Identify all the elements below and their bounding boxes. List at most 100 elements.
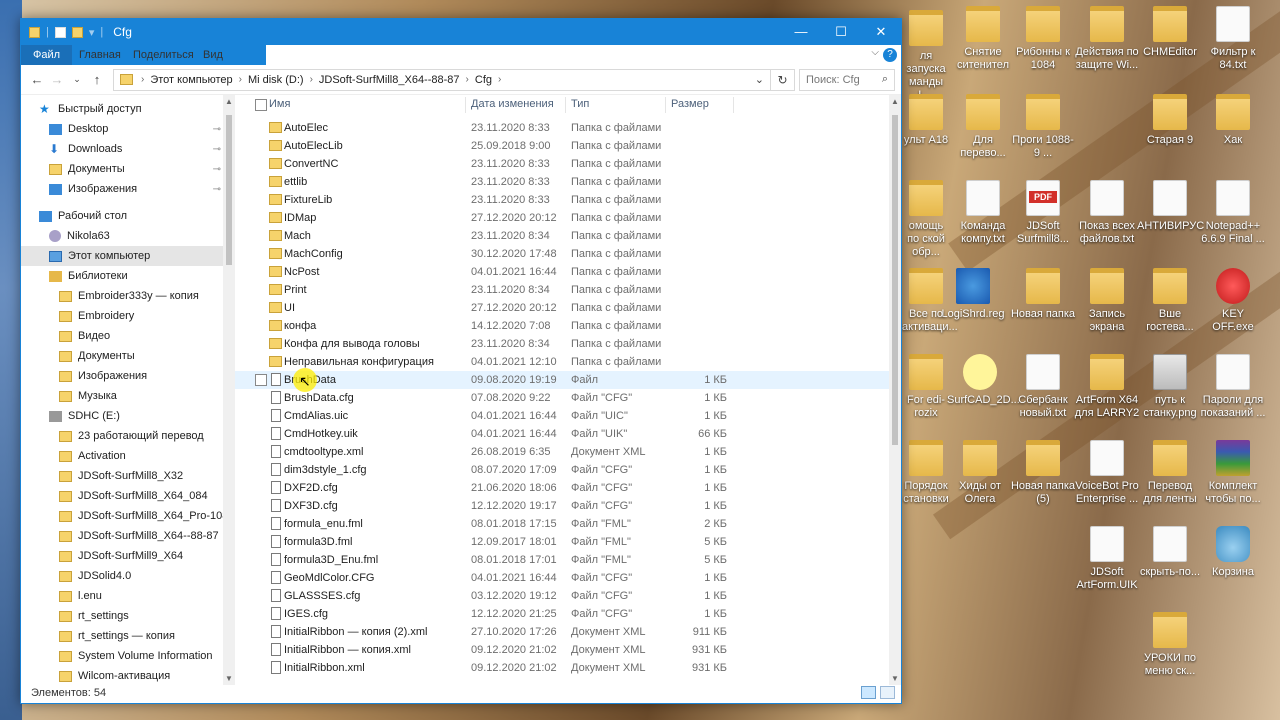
file-row[interactable]: cmdtooltype.xml 26.08.2019 6:35 Документ X… <box>235 443 889 461</box>
nav-item[interactable]: l.enu <box>21 586 223 606</box>
scroll-up-icon[interactable]: ▲ <box>889 97 901 106</box>
pin-icon[interactable]: ⊸ <box>213 144 221 155</box>
desktop-icon-item[interactable]: Хиды от Олега <box>947 440 1013 506</box>
nav-item[interactable]: SDHC (E:) <box>21 406 223 426</box>
desktop-icon-item[interactable]: For edi-rozix <box>902 354 950 420</box>
nav-item[interactable]: ★ Быстрый доступ <box>21 99 223 119</box>
breadcrumb-computer[interactable]: Этот компьютер <box>144 74 238 86</box>
file-row[interactable]: IGES.cfg 12.12.2020 21:25 Файл "CFG" 1 КБ <box>235 605 889 623</box>
file-row[interactable]: DXF2D.cfg 21.06.2020 18:06 Файл "CFG" 1 КБ <box>235 479 889 497</box>
file-row[interactable]: ettlib 23.11.2020 8:33 Папка с файлами <box>235 173 889 191</box>
desktop-icon-item[interactable]: Все по активаци... <box>902 268 958 334</box>
help-icon[interactable]: ? <box>883 48 897 62</box>
up-button[interactable]: ↑ <box>87 72 107 87</box>
desktop-icon-item[interactable]: KEY OFF.exe <box>1200 268 1266 334</box>
file-row[interactable]: ConvertNC 23.11.2020 8:33 Папка с файлами <box>235 155 889 173</box>
close-button[interactable]: ✕ <box>861 19 901 45</box>
nav-item[interactable]: Desktop ⊸ <box>21 119 223 139</box>
file-row[interactable]: GLASSSES.cfg 03.12.2020 19:12 Файл "CFG" 1 … <box>235 587 889 605</box>
desktop-icon-item[interactable]: скрыть-по... <box>1137 526 1203 579</box>
desktop-icon-item[interactable]: Корзина <box>1200 526 1266 579</box>
tab-file[interactable]: Файл <box>21 45 73 65</box>
nav-scrollbar[interactable]: ▲ ▼ <box>223 95 235 685</box>
desktop-icon-item[interactable]: Пароли для показаний ... <box>1200 354 1266 420</box>
desktop-icon-item[interactable]: Команда компу.txt <box>950 180 1016 246</box>
desktop-icon-item[interactable]: Запись экрана <box>1074 268 1140 334</box>
desktop-icon-item[interactable]: Notepad++ 6.6.9 Final ... <box>1200 180 1266 246</box>
file-row[interactable]: formula3D_Enu.fml 08.01.2018 17:01 Файл "F… <box>235 551 889 569</box>
scroll-thumb[interactable] <box>226 115 232 265</box>
nav-item[interactable]: rt_settings <box>21 606 223 626</box>
desktop-icon-item[interactable]: Снятие ситенител <box>950 6 1016 72</box>
file-row[interactable]: formula_enu.fml 08.01.2018 17:15 Файл "FML… <box>235 515 889 533</box>
desktop-icon-item[interactable]: Действия по защите Wi... <box>1074 6 1140 72</box>
nav-item[interactable]: 23 работающий перевод <box>21 426 223 446</box>
desktop-icon-item[interactable]: УРОКИ по меню ск... <box>1137 612 1203 678</box>
nav-item[interactable]: System Volume Information <box>21 646 223 666</box>
file-row[interactable]: formula3D.fml 12.09.2017 18:01 Файл "FML" 5… <box>235 533 889 551</box>
address-dropdown-icon[interactable]: ⌄ <box>755 73 764 86</box>
nav-item[interactable]: Изображения <box>21 366 223 386</box>
file-row[interactable]: MachConfig 30.12.2020 17:48 Папка с файлам… <box>235 245 889 263</box>
nav-item[interactable]: Embroider333y — копия <box>21 286 223 306</box>
desktop-icon-item[interactable]: Проги 1088-9 ... <box>1010 94 1076 160</box>
minimize-button[interactable]: — <box>781 19 821 45</box>
file-row[interactable]: конфа 14.12.2020 7:08 Папка с файлами <box>235 317 889 335</box>
nav-item[interactable]: Embroidery <box>21 306 223 326</box>
pin-icon[interactable]: ⊸ <box>213 164 221 175</box>
desktop-icon-item[interactable]: Старая 9 <box>1137 94 1203 147</box>
scroll-up-icon[interactable]: ▲ <box>223 97 235 106</box>
file-row[interactable]: BrushData.cfg 07.08.2020 9:22 Файл "CFG" 1 … <box>235 389 889 407</box>
scroll-thumb[interactable] <box>892 115 898 445</box>
nav-item[interactable]: JDSoft-SurfMill8_X64_Pro-1087 <box>21 506 235 526</box>
scroll-down-icon[interactable]: ▼ <box>223 674 235 683</box>
breadcrumb-drive[interactable]: Mi disk (D:) <box>242 74 310 86</box>
pin-icon[interactable]: ⊸ <box>213 124 221 135</box>
nav-item[interactable]: JDSoft-SurfMill8_X64--88-87 <box>21 526 223 546</box>
properties-icon[interactable] <box>54 26 66 38</box>
nav-item[interactable]: Activation <box>21 446 223 466</box>
forward-button[interactable]: → <box>47 72 67 87</box>
column-name[interactable]: Имя <box>269 98 290 110</box>
collapse-ribbon-icon[interactable]: ⌵ <box>871 47 879 58</box>
nav-item[interactable]: Видео <box>21 326 223 346</box>
desktop-icon-item[interactable]: CHMEditor <box>1137 6 1203 59</box>
nav-item[interactable]: Музыка <box>21 386 223 406</box>
tab-view[interactable]: Вид <box>191 45 235 65</box>
desktop-icon-item[interactable]: Фильтр к 84.txt <box>1200 6 1266 72</box>
file-row[interactable]: Конфа для вывода головы 23.11.2020 8:34 Па… <box>235 335 889 353</box>
file-row[interactable]: CmdAlias.uic 04.01.2021 16:44 Файл "UIC" 1 … <box>235 407 889 425</box>
back-button[interactable]: ← <box>27 72 47 87</box>
file-row[interactable]: InitialRibbon — копия (2).xml 27.10.2020 … <box>235 623 889 641</box>
desktop-icon-item[interactable]: Новая папка (5) <box>1010 440 1076 506</box>
select-all-checkbox[interactable] <box>255 99 267 111</box>
file-row[interactable]: IDMap 27.12.2020 20:12 Папка с файлами <box>235 209 889 227</box>
desktop-icon-item[interactable]: Для перево... <box>950 94 1016 160</box>
file-row[interactable]: NcPost 04.01.2021 16:44 Папка с файлами <box>235 263 889 281</box>
file-row[interactable]: InitialRibbon.xml 09.12.2020 21:02 Докумен… <box>235 659 889 677</box>
nav-item[interactable]: Nikola63 <box>21 226 223 246</box>
desktop-icon-item[interactable]: SurfCAD_2D... <box>947 354 1020 407</box>
file-row[interactable]: InitialRibbon — копия.xml 09.12.2020 21:0… <box>235 641 889 659</box>
file-list-scrollbar[interactable]: ▲ ▼ <box>889 95 901 685</box>
new-folder-icon[interactable] <box>71 26 83 38</box>
file-row[interactable]: Print 23.11.2020 8:34 Папка с файлами <box>235 281 889 299</box>
desktop-icon-item[interactable]: Перевод для ленты <box>1137 440 1203 506</box>
customize-chevron-icon[interactable]: ▾ <box>89 26 95 39</box>
column-date[interactable]: Дата изменения <box>471 98 554 110</box>
desktop-icon-item[interactable]: АНТИВИРУС <box>1137 180 1204 233</box>
desktop-icon-item[interactable]: Рибонны к 1084 <box>1010 6 1076 72</box>
nav-item[interactable]: ⬇ Downloads ⊸ <box>21 139 223 159</box>
file-row[interactable]: BrushData09.08.2020 19:19Файл1 КБ↖ <box>235 368 889 392</box>
file-row[interactable]: AutoElec 23.11.2020 8:33 Папка с файлами <box>235 119 889 137</box>
file-row[interactable]: Неправильная конфигурация 04.01.2021 12:1… <box>235 353 889 371</box>
address-bar[interactable]: › Этот компьютер › Mi disk (D:) › JDSoft… <box>113 68 771 91</box>
nav-item[interactable]: Документы <box>21 346 223 366</box>
file-row[interactable]: Mach 23.11.2020 8:34 Папка с файлами <box>235 227 889 245</box>
desktop-icon-item[interactable]: Показ всех файлов.txt <box>1074 180 1140 246</box>
nav-item[interactable]: Этот компьютер <box>21 246 223 266</box>
pin-icon[interactable]: ⊸ <box>213 184 221 195</box>
desktop-icon-item[interactable]: путь к станку.png <box>1137 354 1203 420</box>
nav-item[interactable]: rt_settings — копия <box>21 626 223 646</box>
file-row[interactable]: AutoElecLib 25.09.2018 9:00 Папка с файлам… <box>235 137 889 155</box>
